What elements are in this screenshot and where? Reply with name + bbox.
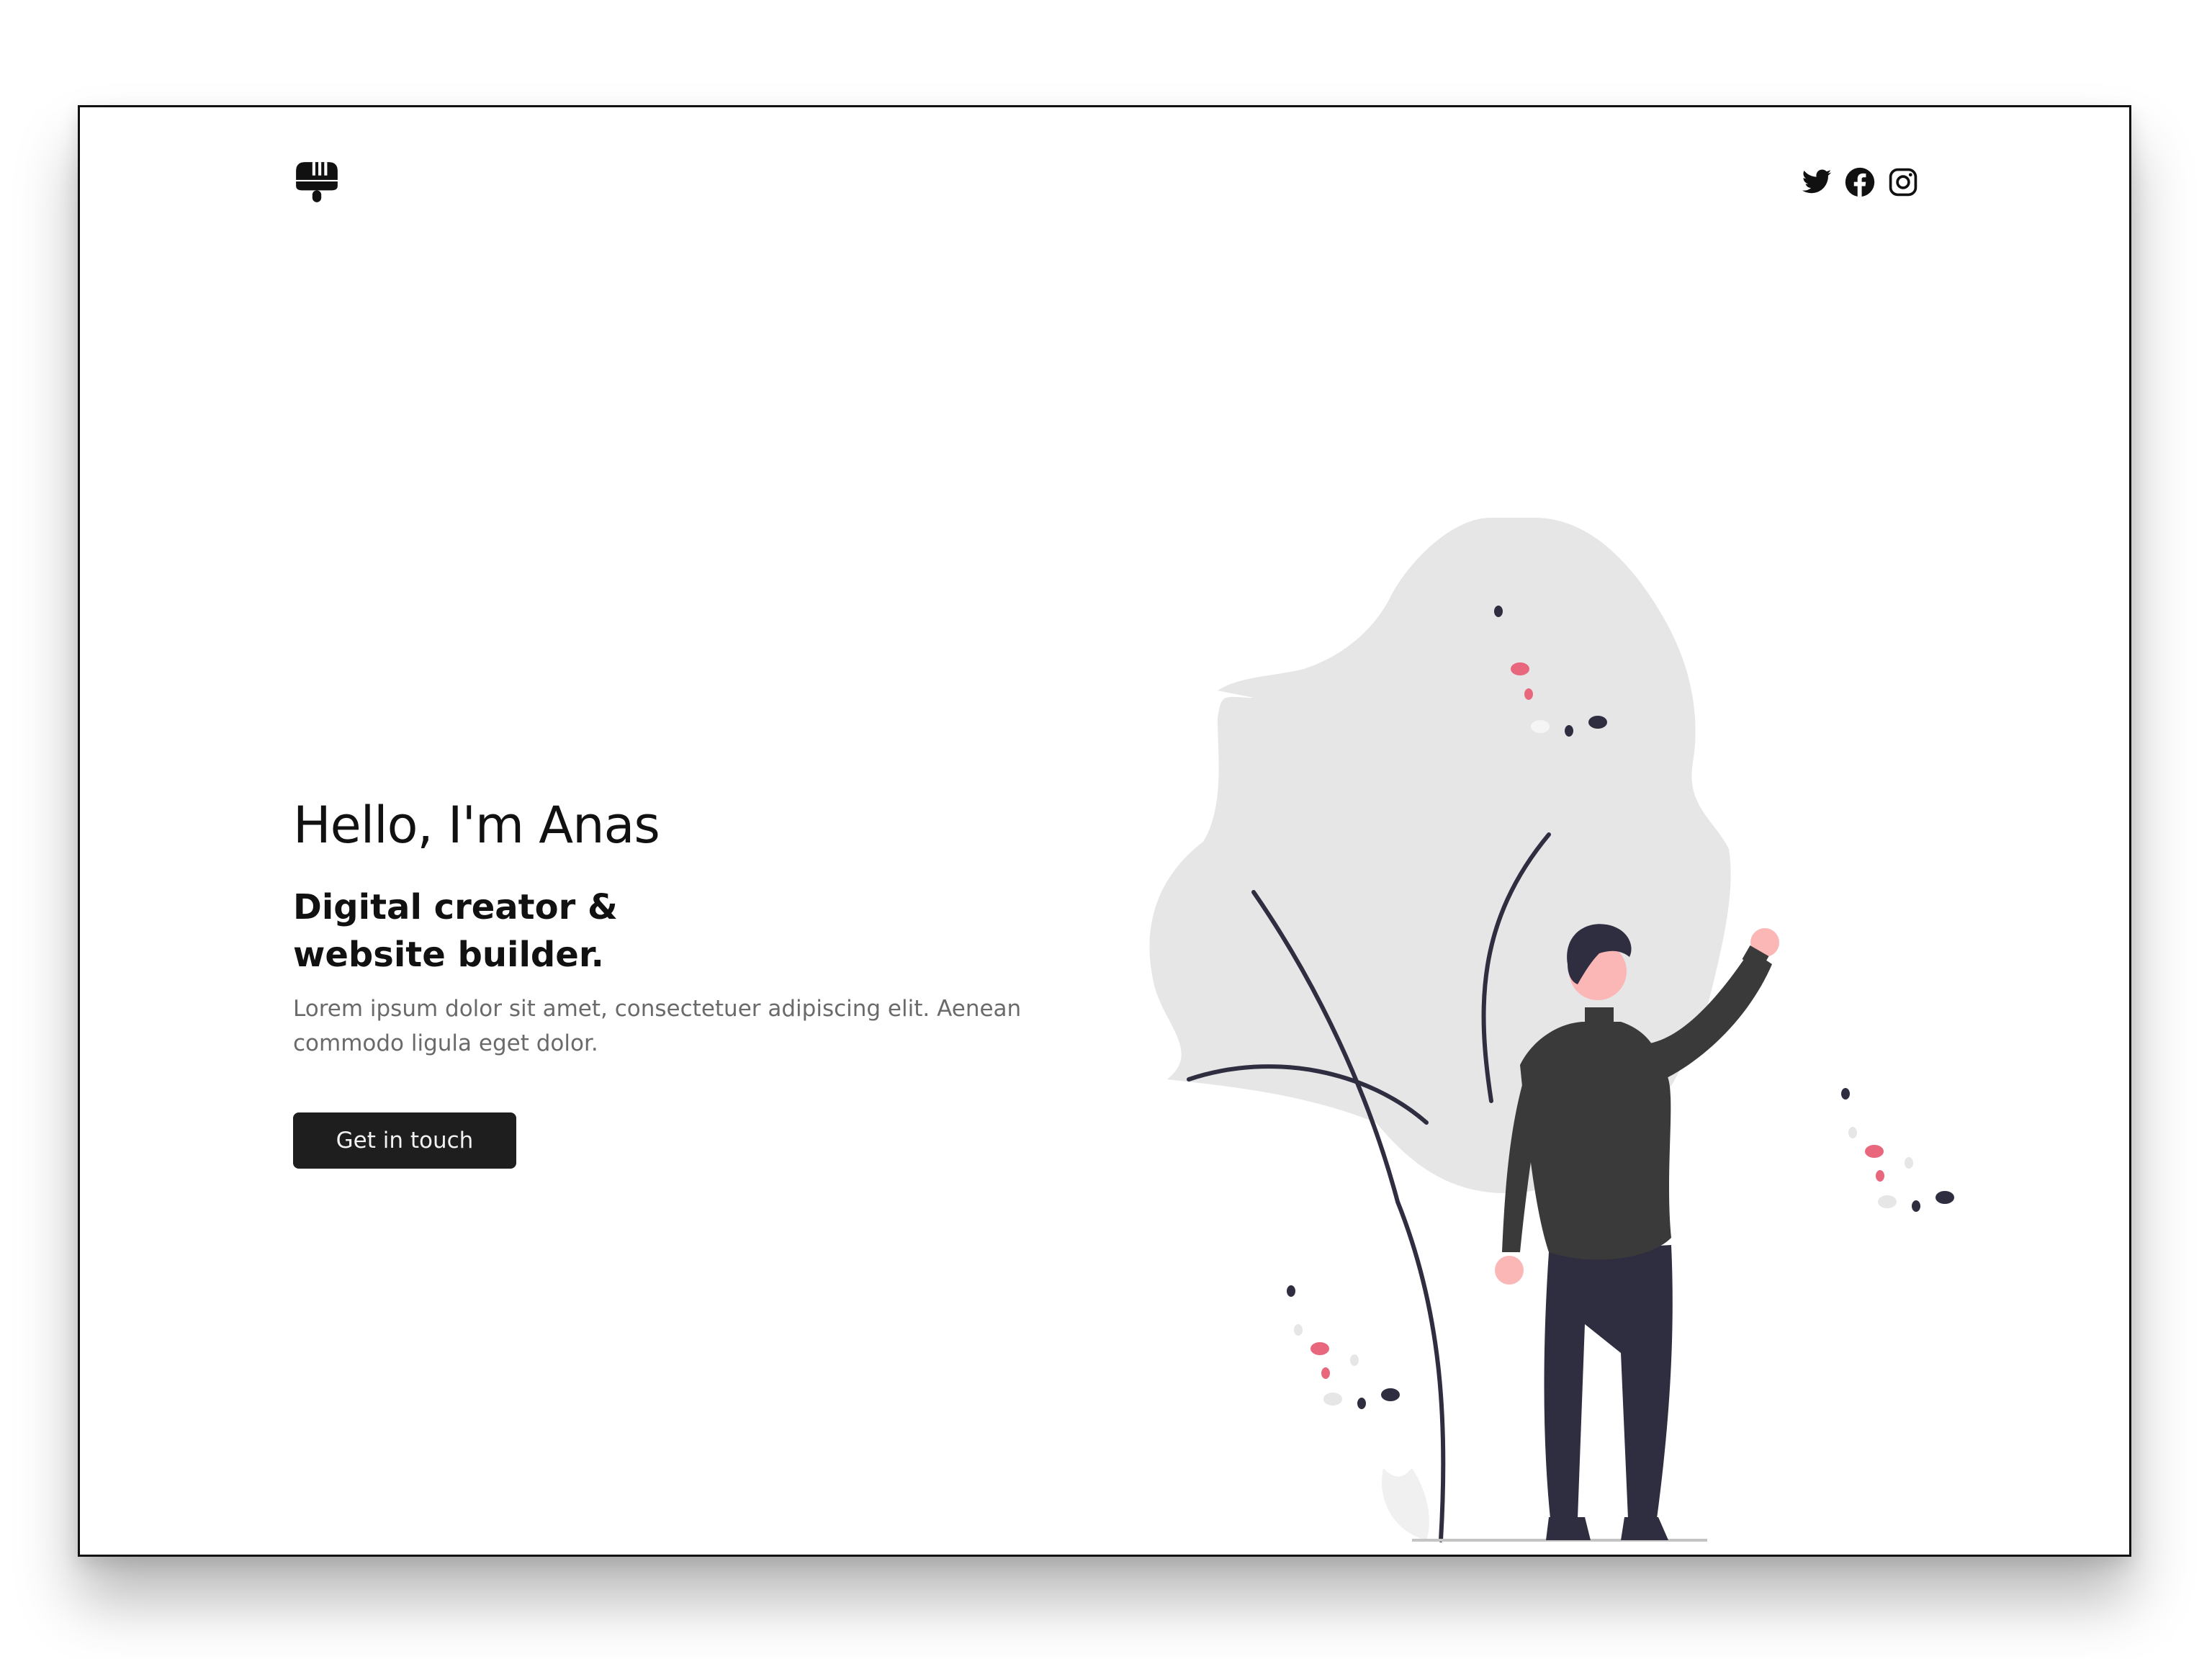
twitter-icon[interactable] <box>1801 166 1833 198</box>
instagram-icon[interactable] <box>1887 166 1919 198</box>
browser-frame: Hello, I'm Anas Digital creator & websit… <box>78 105 2131 1557</box>
social-links <box>1801 166 1919 198</box>
hero-description: Lorem ipsum dolor sit amet, consectetuer… <box>293 996 1022 1056</box>
person-waving-illustration <box>1149 518 1954 1542</box>
paintbrush-icon[interactable] <box>293 159 341 207</box>
hero-greeting: Hello, I'm Anas <box>293 796 660 855</box>
get-in-touch-button[interactable]: Get in touch <box>293 1112 516 1169</box>
facebook-icon[interactable] <box>1844 166 1876 198</box>
hero-section: Hello, I'm Anas Digital creator & websit… <box>293 796 1128 1169</box>
hero-tagline: Digital creator & website builder. <box>293 887 618 975</box>
